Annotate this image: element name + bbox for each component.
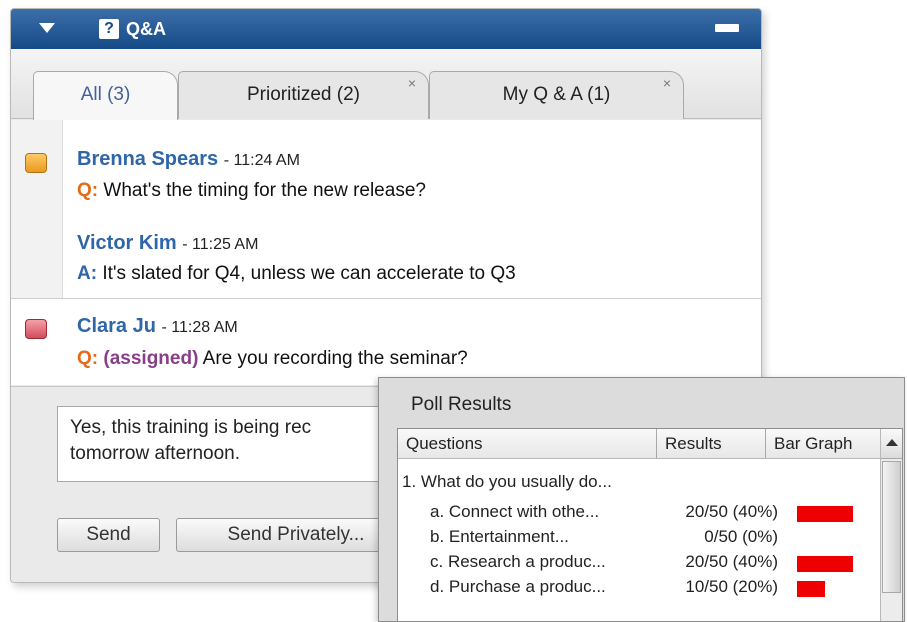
option-result: 10/50 (20%) [685,577,778,596]
option-result: 20/50 (40%) [685,552,778,571]
option-label: c. Research a produc... [430,552,606,571]
priority-red-icon[interactable] [25,319,47,339]
option-label: b. Entertainment... [430,527,569,546]
message-time: - 11:25 AM [182,236,259,253]
send-button[interactable]: Send [57,518,160,552]
message-author: Brenna Spears - 11:24 AM [77,148,300,171]
message-text: Q: What's the timing for the new release… [77,180,426,202]
poll-table: Questions Results Bar Graph 1. What do y… [397,428,903,621]
poll-option-row: c. Research a produc... 20/50 (40%) [398,552,878,576]
help-icon[interactable]: ? [99,19,119,39]
close-icon[interactable]: × [408,76,416,90]
tab-all-label: All (3) [80,84,131,105]
tab-my-qa[interactable]: My Q & A (1) × [429,71,684,119]
message-time: - 11:24 AM [223,152,300,169]
author-name: Clara Ju [77,315,156,337]
message-body: What's the timing for the new release? [103,180,426,201]
close-icon[interactable]: × [663,76,671,90]
option-label: d. Purchase a produc... [430,577,606,596]
poll-option-row: d. Purchase a produc... 10/50 (20%) [398,577,878,601]
message-text: A: It's slated for Q4, unless we can acc… [77,263,516,285]
minimize-icon[interactable] [715,24,739,32]
message-body: Are you recording the seminar? [202,348,468,369]
option-result: 0/50 (0%) [704,527,778,546]
poll-title: Poll Results [411,394,512,415]
scroll-up-arrow-icon[interactable] [881,429,902,459]
collapse-arrow-icon[interactable] [39,23,55,33]
scrollbar-thumb[interactable] [882,461,901,593]
tab-prioritized-label: Prioritized (2) [247,84,360,105]
poll-option-row: a. Connect with othe... 20/50 (40%) [398,502,878,526]
tab-bar: All (3) Prioritized (2) × My Q & A (1) × [11,49,761,121]
question-prefix: Q: [77,180,99,201]
poll-results-window: Poll Results Questions Results Bar Graph… [378,377,905,622]
result-bar [797,556,853,572]
author-name: Brenna Spears [77,148,219,170]
poll-option-row: b. Entertainment... 0/50 (0%) [398,527,878,551]
option-result: 20/50 (40%) [685,502,778,521]
message-author: Clara Ju - 11:28 AM [77,315,238,338]
tab-prioritized[interactable]: Prioritized (2) × [178,71,429,119]
message-time: - 11:28 AM [161,319,238,336]
column-header-bar-graph[interactable]: Bar Graph [766,429,882,459]
question-prefix: Q: [77,348,99,369]
priority-orange-icon[interactable] [25,153,47,173]
tab-my-qa-label: My Q & A (1) [502,84,611,105]
vertical-scrollbar[interactable] [880,429,902,621]
answer-prefix: A: [77,263,98,284]
question-thread[interactable]: Clara Ju - 11:28 AM Q: (assigned) Are yo… [11,298,761,385]
question-thread[interactable]: Brenna Spears - 11:24 AM Q: What's the t… [11,120,761,298]
message-list: Brenna Spears - 11:24 AM Q: What's the t… [11,120,761,385]
message-text: Q: (assigned) Are you recording the semi… [77,348,468,370]
author-name: Victor Kim [77,232,177,254]
column-header-results[interactable]: Results [657,429,766,459]
message-author: Victor Kim - 11:25 AM [77,232,258,255]
column-header-questions[interactable]: Questions [398,429,657,459]
result-bar [797,506,853,522]
assigned-tag: (assigned) [103,348,199,369]
panel-title: Q&A [126,19,166,39]
qa-title-bar: ? Q&A [11,9,761,49]
poll-question: 1. What do you usually do... [402,472,612,491]
tab-all[interactable]: All (3) [33,71,178,121]
option-label: a. Connect with othe... [430,502,600,521]
result-bar [797,581,825,597]
message-body: It's slated for Q4, unless we can accele… [102,263,516,284]
